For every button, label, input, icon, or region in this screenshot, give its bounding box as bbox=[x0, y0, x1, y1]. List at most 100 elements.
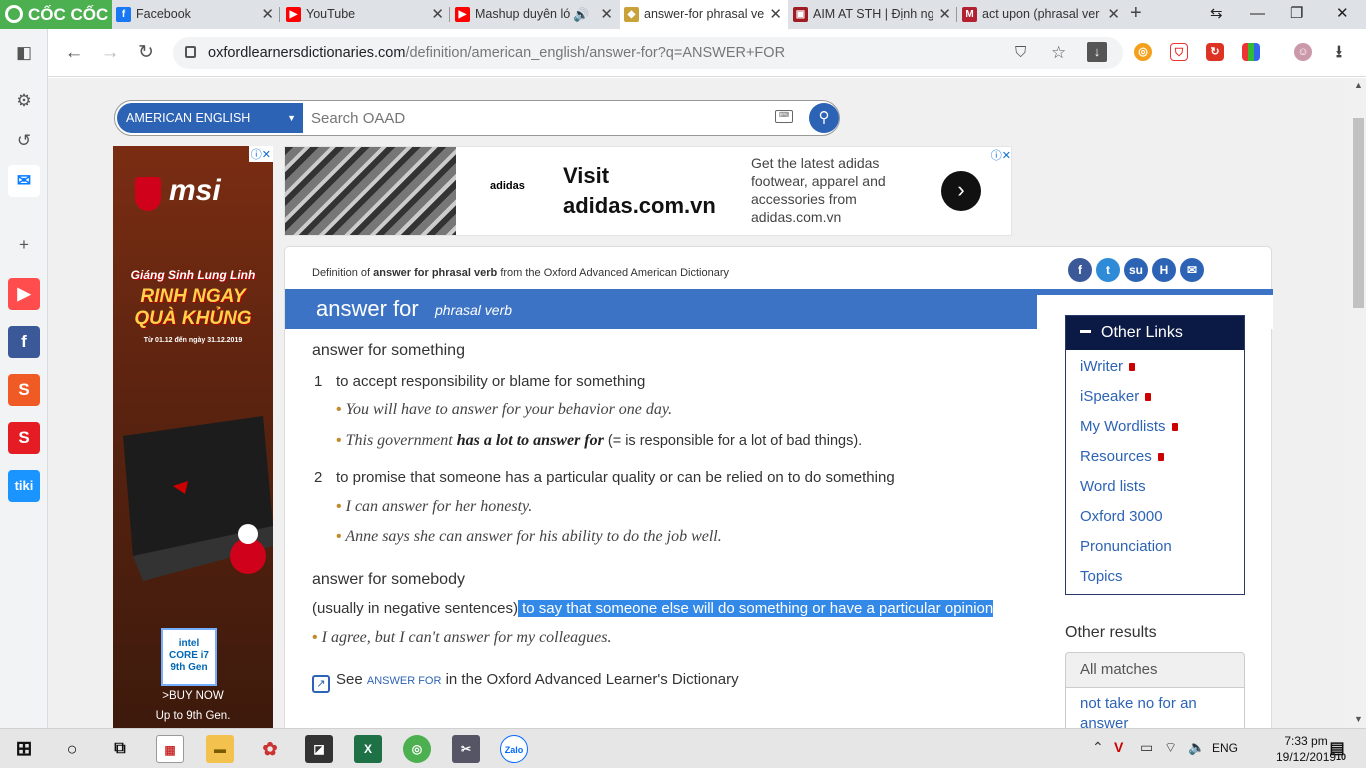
close-icon[interactable]: ✕ bbox=[769, 0, 782, 29]
selected-definition[interactable]: to say that someone else will do somethi… bbox=[517, 600, 994, 617]
keyboard-icon[interactable]: ⌨ bbox=[775, 110, 793, 123]
merriam-icon: M bbox=[962, 7, 977, 22]
scroll-down-icon[interactable]: ▼ bbox=[1354, 714, 1363, 724]
close-icon[interactable]: ✕ bbox=[431, 0, 444, 29]
input-language[interactable]: ENG bbox=[1212, 741, 1238, 755]
other-links-header[interactable]: Other Links bbox=[1066, 316, 1244, 350]
downloads-icon[interactable]: ⭳ bbox=[1330, 43, 1348, 61]
tab-youtube[interactable]: ▶ YouTube ✕ bbox=[282, 0, 450, 29]
sendo-icon[interactable]: S bbox=[8, 422, 40, 454]
reload-button[interactable]: ↻ bbox=[132, 39, 160, 67]
sticky-notes-icon[interactable]: ◪ bbox=[305, 735, 333, 763]
windows-start-icon[interactable]: ⊞ bbox=[10, 735, 38, 763]
zalo-icon[interactable]: Zalo bbox=[500, 735, 528, 763]
paint-app-icon[interactable]: ✿ bbox=[256, 735, 284, 763]
history-icon[interactable]: ↺ bbox=[8, 125, 40, 157]
link-topics[interactable]: Topics bbox=[1080, 568, 1123, 585]
color-ext-icon[interactable] bbox=[1242, 43, 1260, 61]
see-also-link[interactable]: ↗ See answer for in the Oxford Advanced L… bbox=[312, 671, 739, 693]
new-tab-button[interactable]: + bbox=[1130, 0, 1142, 27]
all-matches-tab[interactable]: All matches bbox=[1065, 652, 1245, 688]
unikey-icon[interactable]: V bbox=[1114, 739, 1123, 755]
ad-choices-icon[interactable]: ⓘ✕ bbox=[248, 146, 273, 162]
tab-cambridge[interactable]: ▣ AIM AT STH | Định ng ✕ bbox=[789, 0, 957, 29]
shield-icon[interactable]: ⛉ bbox=[1015, 37, 1026, 69]
facebook-share-icon[interactable]: f bbox=[1068, 258, 1092, 282]
promo-line: QUÀ KHỦNG bbox=[134, 308, 252, 329]
excel-icon[interactable]: X bbox=[354, 735, 382, 763]
link-word-lists[interactable]: Word lists bbox=[1080, 478, 1146, 495]
tab-mashup[interactable]: ▶ Mashup duyên lớ 🔊 ✕ bbox=[451, 0, 619, 29]
facebook-icon[interactable]: f bbox=[8, 326, 40, 358]
close-icon[interactable]: ✕ bbox=[1107, 0, 1120, 29]
ad-buy-now-link[interactable]: >BUY NOW bbox=[113, 690, 273, 702]
minimize-button[interactable]: — bbox=[1250, 0, 1265, 28]
forward-button[interactable]: → bbox=[96, 39, 124, 67]
link-pronunciation[interactable]: Pronunciation bbox=[1080, 538, 1172, 555]
messenger-icon[interactable]: ✉ bbox=[8, 165, 40, 197]
speaker-icon[interactable]: 🔊 bbox=[573, 0, 589, 29]
restore-button[interactable]: ❐ bbox=[1290, 0, 1303, 28]
msi-ad-banner[interactable]: ⓘ✕ msi Giáng Sinh Lung Linh RINH NGAY QU… bbox=[113, 146, 273, 728]
close-icon[interactable]: ✕ bbox=[600, 0, 613, 29]
scrollbar-thumb[interactable] bbox=[1353, 118, 1364, 308]
tray-expand-icon[interactable]: ⌃ bbox=[1092, 739, 1104, 756]
download-video-icon[interactable]: ↓ bbox=[1087, 42, 1107, 62]
scroll-up-icon[interactable]: ▲ bbox=[1354, 80, 1363, 90]
bookmark-star-icon[interactable]: ☆ bbox=[1051, 37, 1066, 69]
shopee-icon[interactable]: S bbox=[8, 374, 40, 406]
network-icon[interactable]: ⌔ bbox=[1164, 739, 1177, 757]
file-explorer-icon[interactable]: ▬ bbox=[206, 735, 234, 763]
lock-icon bbox=[1145, 393, 1152, 401]
task-view-icon[interactable]: ⧉ bbox=[106, 735, 134, 763]
notifications-icon[interactable]: ▤ 10 bbox=[1322, 735, 1352, 763]
adblock-icon[interactable]: ⛉ bbox=[1170, 43, 1188, 61]
coccoc-logo[interactable]: CỐC CỐC bbox=[0, 0, 112, 29]
settings-icon[interactable]: ⚙ bbox=[8, 85, 40, 117]
tab-facebook[interactable]: f Facebook ✕ bbox=[112, 0, 280, 29]
twitter-share-icon[interactable]: t bbox=[1096, 258, 1120, 282]
link-oxford-3000[interactable]: Oxford 3000 bbox=[1080, 508, 1163, 525]
coccoc-ext-icon[interactable]: ◎ bbox=[1134, 43, 1152, 61]
close-icon[interactable]: ✕ bbox=[261, 0, 274, 29]
tiki-icon[interactable]: tiki bbox=[8, 470, 40, 502]
tab-search-icon[interactable]: ⇆ bbox=[1210, 0, 1223, 28]
sidebar-toggle-icon[interactable]: ◧ bbox=[8, 37, 40, 69]
back-button[interactable]: ← bbox=[60, 39, 88, 67]
link-my-wordlists[interactable]: My Wordlists bbox=[1080, 418, 1178, 435]
hyves-share-icon[interactable]: H bbox=[1152, 258, 1176, 282]
search-input[interactable] bbox=[311, 103, 761, 133]
source-text: from the Oxford Advanced American Dictio… bbox=[497, 267, 729, 279]
page-scrollbar[interactable]: ▲ ▼ bbox=[1351, 78, 1366, 728]
search-button[interactable]: ⚲ bbox=[809, 103, 839, 133]
link-iwriter[interactable]: iWriter bbox=[1080, 358, 1136, 375]
avatar[interactable]: ☺ bbox=[1294, 43, 1312, 61]
dictionary-select[interactable]: AMERICAN ENGLISH ▼ bbox=[117, 103, 303, 133]
adidas-ad-banner[interactable]: adidas Visit adidas.com.vn Get the lates… bbox=[284, 146, 1012, 236]
tab-merriam[interactable]: M act upon (phrasal ver ✕ bbox=[958, 0, 1126, 29]
ad-arrow-button[interactable]: › bbox=[941, 171, 981, 211]
sense-definition: to promise that someone has a particular… bbox=[336, 469, 895, 486]
coccoc-taskbar-icon[interactable]: ◎ bbox=[403, 735, 431, 763]
youtube-icon[interactable]: ▶ bbox=[8, 278, 40, 310]
calendar-app-icon[interactable]: ▦ bbox=[156, 735, 184, 763]
email-share-icon[interactable]: ✉ bbox=[1180, 258, 1204, 282]
search-icon[interactable]: ○ bbox=[58, 735, 86, 763]
source-term: answer for phrasal verb bbox=[373, 267, 498, 279]
close-icon[interactable]: ✕ bbox=[938, 0, 951, 29]
tab-oxford-active[interactable]: ◆ answer-for phrasal ve ✕ bbox=[620, 0, 788, 29]
close-window-button[interactable]: ✕ bbox=[1336, 0, 1349, 28]
intel-badge: intel CORE i7 9th Gen bbox=[161, 628, 217, 686]
snipping-tool-icon[interactable]: ✂ bbox=[452, 735, 480, 763]
address-bar[interactable]: oxfordlearnersdictionaries.com/definitio… bbox=[173, 37, 1123, 69]
link-resources[interactable]: Resources bbox=[1080, 448, 1164, 465]
ad-choices-icon[interactable]: ⓘ✕ bbox=[991, 147, 1011, 163]
rotate-ext-icon[interactable]: ↻ bbox=[1206, 43, 1224, 61]
volume-icon[interactable]: 🔈 bbox=[1188, 739, 1205, 756]
stumbleupon-share-icon[interactable]: su bbox=[1124, 258, 1148, 282]
result-link[interactable]: not take no for an answer bbox=[1080, 695, 1197, 728]
link-ispeaker[interactable]: iSpeaker bbox=[1080, 388, 1152, 405]
battery-icon[interactable]: ▭ bbox=[1140, 739, 1153, 756]
add-icon[interactable]: + bbox=[8, 229, 40, 261]
see-text: in the Oxford Advanced Learner's Diction… bbox=[441, 671, 739, 688]
